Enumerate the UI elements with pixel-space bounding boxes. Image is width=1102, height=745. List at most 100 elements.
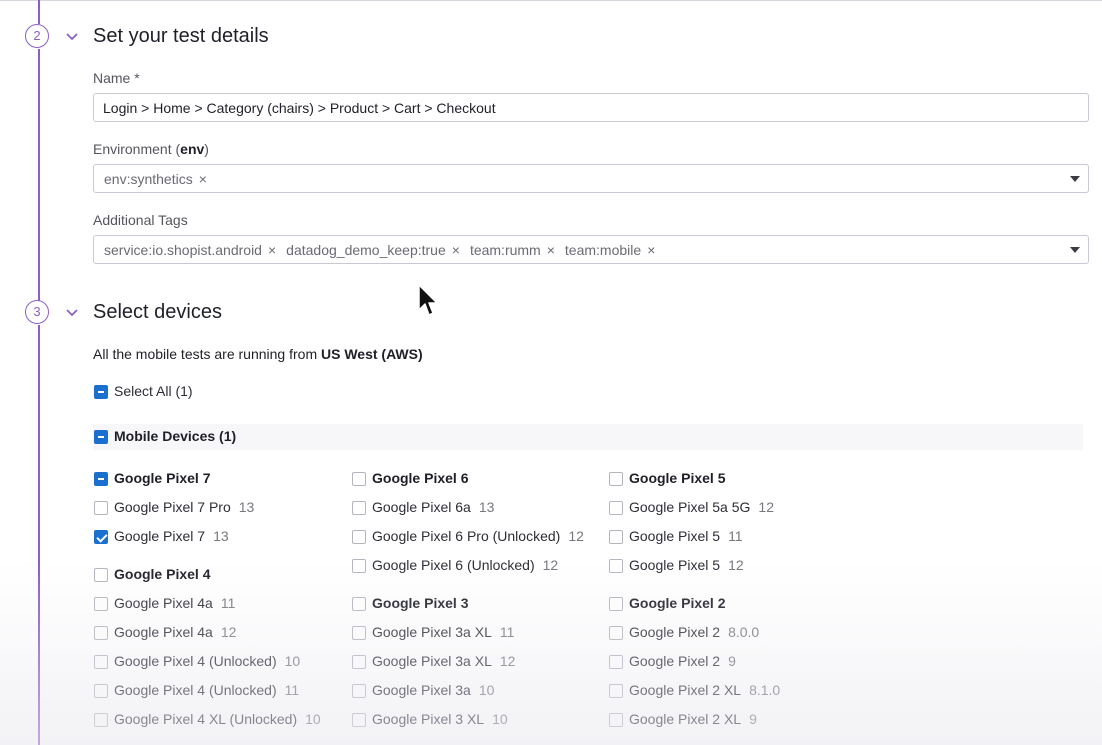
os-version: 12	[728, 557, 744, 573]
device-group-label[interactable]: Google Pixel 4	[114, 566, 210, 582]
os-version: 12	[542, 557, 559, 573]
device-group-checkbox[interactable]	[609, 597, 623, 611]
chevron-down-icon[interactable]	[64, 29, 80, 45]
device-name: Google Pixel 2 XL	[629, 711, 742, 727]
select-all-checkbox[interactable]	[94, 385, 108, 399]
device-name: Google Pixel 4 (Unlocked)	[114, 682, 277, 698]
environment-select[interactable]: env:synthetics ×	[93, 164, 1089, 193]
device-checkbox[interactable]	[609, 655, 623, 669]
device-checkbox[interactable]	[352, 501, 366, 515]
os-version: 12	[758, 499, 774, 515]
device-group-checkbox[interactable]	[94, 472, 108, 486]
remove-tag-icon[interactable]: ×	[452, 242, 460, 258]
device-label[interactable]: Google Pixel 6 (Unlocked) 12	[372, 557, 558, 573]
device-name: Google Pixel 3a XL	[372, 624, 492, 640]
mobile-devices-group-row	[93, 424, 1083, 450]
device-checkbox[interactable]	[352, 713, 366, 727]
device-group-label[interactable]: Google Pixel 3	[372, 595, 468, 611]
device-checkbox[interactable]	[609, 626, 623, 640]
select-all-label[interactable]: Select All (1)	[114, 383, 193, 399]
tag-chip: datadog_demo_keep:true ×	[286, 241, 460, 258]
device-group-checkbox[interactable]	[609, 472, 623, 486]
remove-tag-icon[interactable]: ×	[647, 242, 655, 258]
tag-chip: service:io.shopist.android ×	[104, 241, 277, 258]
chevron-down-icon[interactable]	[64, 305, 80, 321]
mobile-devices-label[interactable]: Mobile Devices (1)	[114, 428, 236, 444]
device-checkbox[interactable]	[94, 626, 108, 640]
step-2-title: Set your test details	[93, 25, 269, 47]
device-name: Google Pixel 6 (Unlocked)	[372, 557, 535, 573]
device-label[interactable]: Google Pixel 4a 11	[114, 595, 235, 611]
device-label[interactable]: Google Pixel 7 Pro 13	[114, 499, 254, 515]
device-name: Google Pixel 4a	[114, 624, 213, 640]
device-label[interactable]: Google Pixel 5 11	[629, 528, 743, 544]
device-checkbox[interactable]	[352, 559, 366, 573]
device-label[interactable]: Google Pixel 2 XL 9	[629, 711, 757, 727]
device-checkbox[interactable]	[94, 713, 108, 727]
device-checkbox[interactable]	[352, 530, 366, 544]
device-checkbox[interactable]	[609, 713, 623, 727]
device-label[interactable]: Google Pixel 2 XL 8.1.0	[629, 682, 780, 698]
device-checkbox[interactable]	[609, 530, 623, 544]
device-checkbox[interactable]	[352, 626, 366, 640]
tag-chip: team:rumm ×	[469, 241, 555, 258]
device-name: Google Pixel 4a	[114, 595, 213, 611]
device-name: Google Pixel 3a	[372, 682, 471, 698]
device-group-label[interactable]: Google Pixel 6	[372, 470, 468, 486]
device-label[interactable]: Google Pixel 7 13	[114, 528, 229, 544]
device-label[interactable]: Google Pixel 6 Pro (Unlocked) 12	[372, 528, 584, 544]
device-label[interactable]: Google Pixel 3 XL 10	[372, 711, 508, 727]
device-name: Google Pixel 5	[629, 528, 721, 544]
os-version: 11	[284, 682, 300, 698]
device-label[interactable]: Google Pixel 3a 10	[372, 682, 494, 698]
device-checkbox[interactable]	[352, 684, 366, 698]
device-checkbox[interactable]	[609, 559, 623, 573]
device-label[interactable]: Google Pixel 2 8.0.0	[629, 624, 759, 640]
device-label[interactable]: Google Pixel 3a XL 11	[372, 624, 514, 640]
device-checkbox[interactable]	[94, 597, 108, 611]
device-checkbox[interactable]	[94, 655, 108, 669]
device-checkbox[interactable]	[609, 684, 623, 698]
device-checkbox[interactable]	[352, 655, 366, 669]
remove-tag-icon[interactable]: ×	[547, 242, 555, 258]
device-label[interactable]: Google Pixel 4a 12	[114, 624, 236, 640]
device-group-checkbox[interactable]	[352, 597, 366, 611]
dropdown-caret-icon[interactable]	[1070, 247, 1080, 253]
device-name: Google Pixel 4 XL (Unlocked)	[114, 711, 298, 727]
device-label[interactable]: Google Pixel 4 (Unlocked) 11	[114, 682, 299, 698]
device-checkbox[interactable]	[94, 530, 108, 544]
device-group-label[interactable]: Google Pixel 5	[629, 470, 725, 486]
device-name: Google Pixel 4 (Unlocked)	[114, 653, 277, 669]
additional-tags-select[interactable]: service:io.shopist.android × datadog_dem…	[93, 235, 1089, 264]
remove-tag-icon[interactable]: ×	[268, 242, 276, 258]
step-timeline-line	[38, 325, 40, 745]
step-timeline-line	[38, 0, 40, 24]
device-group-label[interactable]: Google Pixel 7	[114, 470, 210, 486]
device-checkbox[interactable]	[94, 684, 108, 698]
device-label[interactable]: Google Pixel 4 (Unlocked) 10	[114, 653, 300, 669]
mouse-cursor-icon	[418, 284, 438, 316]
device-label[interactable]: Google Pixel 5 12	[629, 557, 744, 573]
name-input-value: Login > Home > Category (chairs) > Produ…	[103, 100, 496, 116]
name-input[interactable]: Login > Home > Category (chairs) > Produ…	[93, 93, 1089, 122]
device-label[interactable]: Google Pixel 4 XL (Unlocked) 10	[114, 711, 321, 727]
device-label[interactable]: Google Pixel 2 9	[629, 653, 736, 669]
device-name: Google Pixel 7 Pro	[114, 499, 231, 515]
device-group-checkbox[interactable]	[352, 472, 366, 486]
step-timeline-line	[38, 49, 40, 301]
device-label[interactable]: Google Pixel 3a XL 12	[372, 653, 515, 669]
os-version: 11	[499, 624, 515, 640]
device-checkbox[interactable]	[94, 501, 108, 515]
dropdown-caret-icon[interactable]	[1070, 176, 1080, 182]
step-2-number: 2	[25, 24, 49, 48]
device-group-label[interactable]: Google Pixel 2	[629, 595, 725, 611]
device-label[interactable]: Google Pixel 6a 13	[372, 499, 494, 515]
device-group-checkbox[interactable]	[94, 568, 108, 582]
os-version: 9	[728, 653, 736, 669]
device-checkbox[interactable]	[609, 501, 623, 515]
remove-tag-icon[interactable]: ×	[199, 171, 207, 187]
device-label[interactable]: Google Pixel 5a 5G 12	[629, 499, 774, 515]
mobile-devices-checkbox[interactable]	[94, 430, 108, 444]
device-name: Google Pixel 2	[629, 624, 721, 640]
os-version: 13	[478, 499, 495, 515]
